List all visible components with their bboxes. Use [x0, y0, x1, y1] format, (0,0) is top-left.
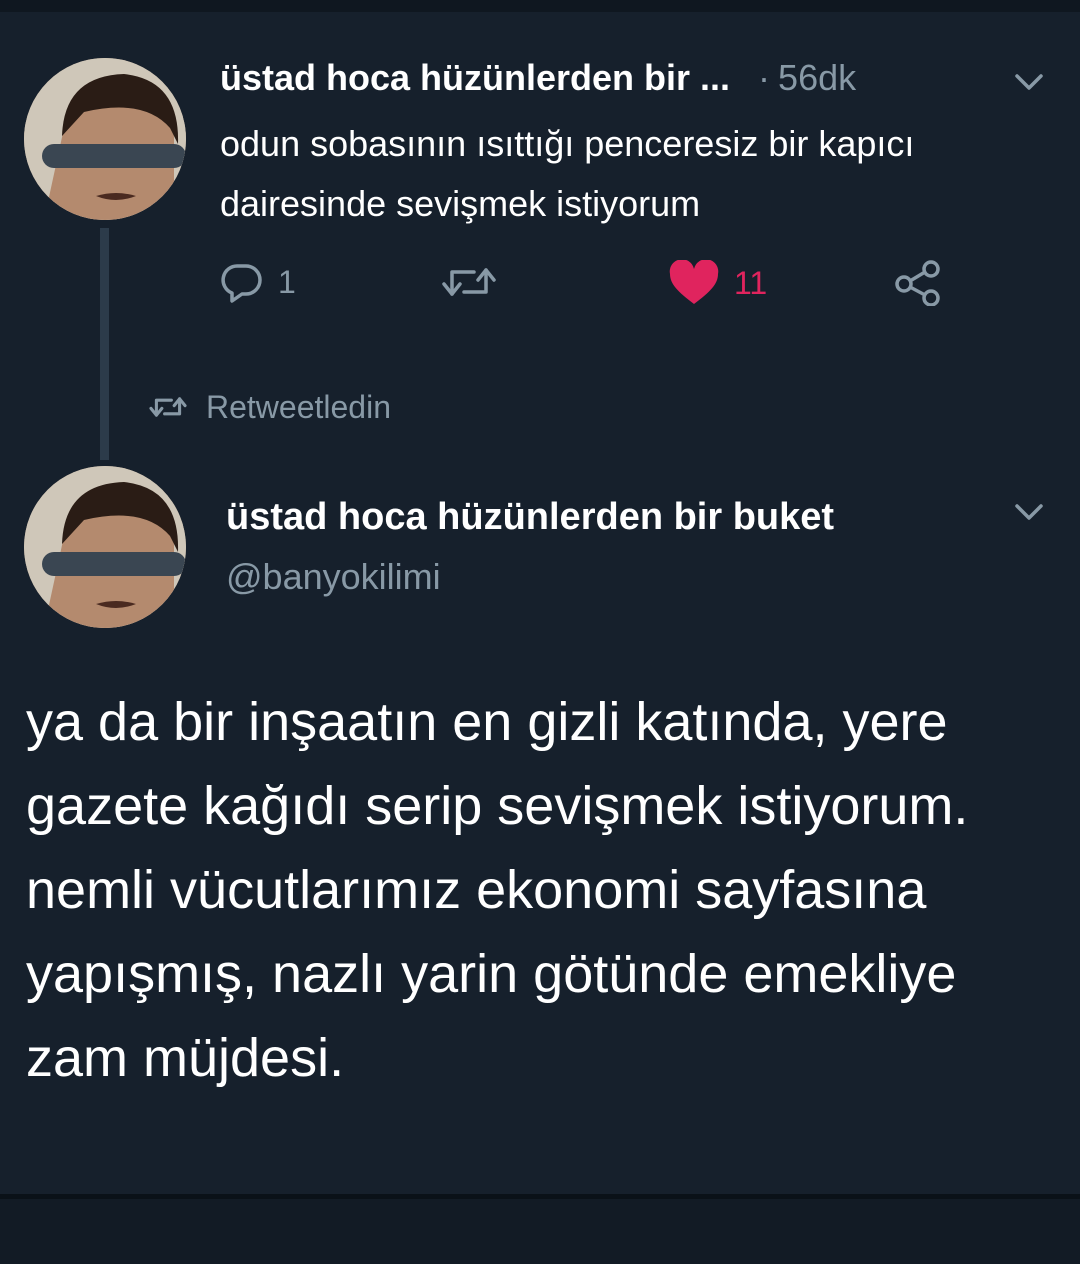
retweet-notice: Retweetledin: [148, 382, 391, 432]
main-author-name[interactable]: üstad hoca hüzünlerden bir buket: [226, 496, 834, 539]
reply-author-name[interactable]: üstad hoca hüzünlerden bir ...: [220, 57, 730, 99]
tweet-thread-screen: üstad hoca hüzünlerden bir ... · 56dk od…: [0, 0, 1080, 1264]
like-count: 11: [734, 264, 768, 301]
bottom-divider: [0, 1194, 1080, 1264]
heart-icon: [669, 260, 719, 304]
top-edge: [0, 0, 1080, 12]
share-icon: [895, 260, 940, 306]
reply-count: 1: [278, 263, 296, 300]
chevron-down-icon[interactable]: [1014, 72, 1044, 92]
main-tweet-text: ya da bir inşaatın en gizli katında, yer…: [26, 692, 969, 1088]
chevron-down-icon[interactable]: [1014, 502, 1044, 522]
reply-action-bar: 1 11: [0, 260, 1080, 320]
like-button[interactable]: 11: [668, 260, 767, 306]
eye-censor-bar: [42, 552, 186, 576]
avatar-photo: [24, 58, 186, 220]
eye-censor-bar: [42, 144, 186, 168]
reply-author-avatar[interactable]: [24, 58, 186, 220]
reply-button[interactable]: 1: [220, 260, 296, 304]
tweet-timestamp[interactable]: 56dk: [778, 57, 856, 99]
share-button[interactable]: [894, 260, 942, 306]
separator-dot: ·: [758, 57, 771, 98]
main-author-handle[interactable]: @banyokilimi: [226, 556, 441, 598]
reply-header: üstad hoca hüzünlerden bir ... · 56dk: [220, 52, 1040, 104]
reply-icon: [221, 264, 262, 303]
avatar-photo: [24, 466, 186, 628]
main-author-avatar[interactable]: [24, 466, 186, 628]
retweet-icon: [149, 397, 187, 417]
reply-tweet-text: odun sobasının ısıttığı penceresiz bir k…: [220, 123, 915, 224]
retweet-icon: [442, 268, 496, 296]
retweet-button[interactable]: [440, 260, 512, 304]
retweet-notice-label: Retweetledin: [206, 388, 391, 425]
